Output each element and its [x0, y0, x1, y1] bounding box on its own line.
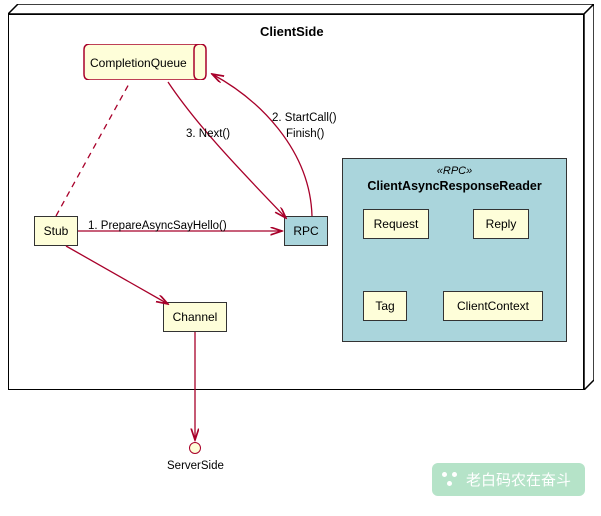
rpc-label: RPC	[293, 224, 318, 238]
tag-node: Tag	[363, 291, 407, 321]
reply-node: Reply	[473, 209, 529, 239]
tag-label: Tag	[375, 299, 394, 313]
rpc-stereotype: «RPC»	[343, 165, 566, 177]
channel-node: Channel	[163, 302, 227, 332]
channel-label: Channel	[173, 310, 218, 324]
edge-label-3: 3. Next()	[186, 128, 230, 140]
request-node: Request	[363, 209, 429, 239]
client-context-node: ClientContext	[443, 291, 543, 321]
rpc-node: RPC	[284, 216, 328, 246]
edge-label-1: 1. PrepareAsyncSayHello()	[88, 220, 227, 232]
server-side-interface-icon	[189, 442, 201, 454]
edge-label-2a: 2. StartCall()	[272, 112, 337, 124]
completion-queue-text: CompletionQueue	[90, 56, 187, 70]
edge-label-2b: Finish()	[286, 128, 324, 140]
stub-label: Stub	[44, 224, 69, 238]
diagram-canvas: ClientSide CompletionQueue Stub Channel …	[0, 0, 601, 516]
client-context-label: ClientContext	[457, 299, 529, 313]
rpc-group-title: ClientAsyncResponseReader	[343, 179, 566, 193]
request-label: Request	[374, 217, 419, 231]
rpc-group: «RPC» ClientAsyncResponseReader Request …	[342, 158, 567, 342]
watermark-icon	[440, 472, 460, 488]
stub-node: Stub	[34, 216, 78, 246]
server-side-label: ServerSide	[167, 460, 224, 472]
package-right-edge	[584, 4, 594, 390]
package-title: ClientSide	[260, 24, 324, 39]
reply-label: Reply	[486, 217, 517, 231]
watermark-badge: 老白码农在奋斗	[432, 463, 585, 496]
package-top-edge	[8, 4, 594, 14]
watermark-text: 老白码农在奋斗	[466, 469, 571, 490]
